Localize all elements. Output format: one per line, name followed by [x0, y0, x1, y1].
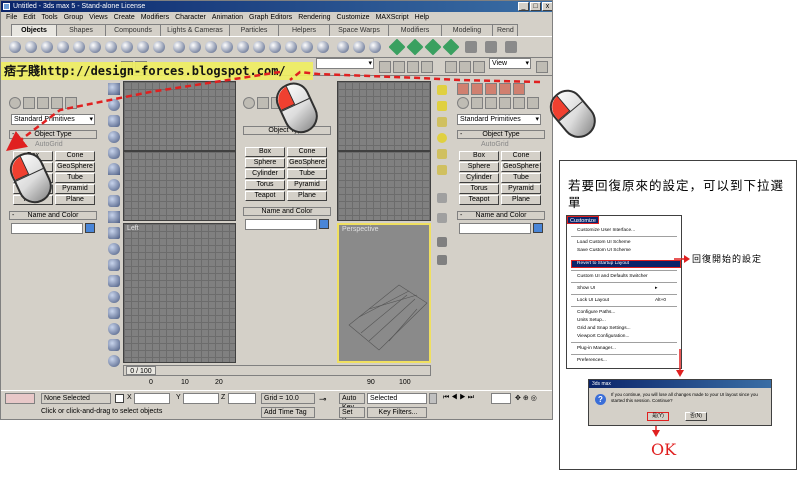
key-filters-button[interactable]: Key Filters...	[367, 407, 427, 418]
arrow-head-icon	[684, 255, 690, 263]
viewport-nav-icons[interactable]: ✥⊕◎	[515, 394, 539, 402]
maxscript-listener[interactable]	[5, 393, 35, 404]
perspective-grid	[348, 284, 428, 351]
viewport-left[interactable]: Left	[123, 223, 236, 363]
plane-icon[interactable]	[108, 227, 120, 239]
object-name-field[interactable]	[459, 223, 531, 234]
plane-button[interactable]: Plane	[55, 195, 95, 205]
playback-controls[interactable]: ⏮◀▶⏭	[443, 394, 476, 402]
lock-selection-icon[interactable]	[115, 394, 124, 403]
pyramid-button[interactable]: Pyramid	[287, 180, 327, 190]
sphere-button[interactable]: Sphere	[459, 162, 499, 172]
cone-icon[interactable]	[108, 163, 120, 175]
object-color-swatch[interactable]	[85, 223, 95, 233]
set-key-button[interactable]: Set Key	[339, 407, 365, 419]
time-slider[interactable]: 0 / 100	[123, 365, 431, 376]
key-icon[interactable]: ⊸	[319, 394, 327, 405]
prompt-line: Click or click-and-drag to select object…	[41, 408, 163, 415]
oiltank-icon[interactable]	[108, 275, 120, 287]
arrow-to-left-panel	[6, 70, 281, 152]
arrow-to-panel	[289, 70, 541, 84]
pyramid-button[interactable]: Pyramid	[501, 184, 541, 194]
cylinder-button[interactable]: Cylinder	[459, 173, 499, 183]
dialog-no-button[interactable]: 否(N)	[685, 412, 707, 421]
instruction-box: 若要回復原來的設定，可以到下拉選單 Customize Customize Us…	[559, 160, 797, 470]
rollout-title: Name and Color	[261, 208, 313, 215]
grid-status: Grid = 10.0	[261, 393, 315, 404]
dialog-message: If you continue, you will lose all chang…	[611, 392, 758, 403]
current-frame-field[interactable]	[491, 393, 511, 404]
timeline-ruler[interactable]: 0 10 20 90 100	[123, 377, 543, 389]
key-mode-dropdown[interactable]: Selected	[367, 393, 427, 404]
tick-100: 100	[399, 379, 411, 386]
plane-button[interactable]: Plane	[287, 191, 327, 201]
dialog-yes-button[interactable]: 是(Y)	[647, 412, 669, 421]
brush-icon[interactable]	[437, 237, 447, 247]
dialog-title: 3ds max	[589, 380, 771, 388]
z-coordinate-field[interactable]	[228, 393, 256, 404]
key-mode-arrow[interactable]	[429, 393, 437, 404]
tube-button[interactable]: Tube	[55, 173, 95, 183]
viewport-front[interactable]	[123, 151, 236, 221]
teapot-button[interactable]: Teapot	[459, 195, 499, 205]
rollout-title: Name and Color	[475, 212, 527, 219]
pyramid-icon[interactable]	[108, 211, 120, 223]
arrow-head-icon	[652, 430, 660, 437]
viewport-perspective[interactable]: Perspective	[337, 223, 431, 363]
hedra-icon[interactable]	[108, 243, 120, 255]
spindle-icon[interactable]	[108, 291, 120, 303]
plane-button[interactable]: Plane	[501, 195, 541, 205]
tick-90: 90	[367, 379, 375, 386]
time-slider-thumb[interactable]: 0 / 100	[126, 366, 156, 375]
viewport-left-label: Left	[127, 225, 139, 232]
ok-annotation: OK	[651, 440, 677, 459]
object-name-field[interactable]	[245, 219, 317, 230]
selection-status: None Selected	[41, 393, 111, 404]
arrow-head-icon	[676, 370, 684, 377]
name-color-rollout[interactable]: - Name and Color	[9, 211, 97, 220]
rollout-title: Name and Color	[27, 212, 79, 219]
tick-0: 0	[149, 379, 153, 386]
chamferbox-icon[interactable]	[108, 259, 120, 271]
tube-icon[interactable]	[108, 195, 120, 207]
pyramid-button[interactable]: Pyramid	[55, 184, 95, 194]
viewport-front-right[interactable]	[337, 151, 431, 221]
link-icon[interactable]	[437, 193, 447, 203]
torusknot-icon[interactable]	[108, 323, 120, 335]
tube-button[interactable]: Tube	[287, 169, 327, 179]
revert-annotation: 回復開始的設定	[692, 255, 763, 265]
tube-button[interactable]: Tube	[501, 173, 541, 183]
y-coordinate-field[interactable]	[183, 393, 219, 404]
tick-20: 20	[215, 379, 223, 386]
question-icon: ?	[595, 394, 606, 405]
capsule-icon[interactable]	[108, 355, 120, 367]
prism-icon[interactable]	[108, 339, 120, 351]
status-bar: None Selected X Y Z Grid = 10.0 ⊸ Auto K…	[1, 390, 552, 419]
geosphere-button[interactable]: GeoSphere	[501, 162, 541, 172]
name-color-rollout[interactable]: Name and Color	[243, 207, 331, 216]
paint-icon[interactable]	[437, 255, 447, 265]
unlink-icon[interactable]	[437, 213, 447, 223]
object-color-swatch[interactable]	[319, 219, 329, 229]
y-label: Y	[176, 394, 181, 401]
x-coordinate-field[interactable]	[134, 393, 170, 404]
x-label: X	[127, 394, 132, 401]
gengon-icon[interactable]	[108, 307, 120, 319]
add-time-tag-button[interactable]: Add Time Tag	[261, 407, 315, 418]
snap-icon[interactable]	[437, 165, 447, 175]
name-color-rollout[interactable]: - Name and Color	[457, 211, 545, 220]
object-name-field[interactable]	[11, 223, 83, 234]
tick-10: 10	[181, 379, 189, 386]
object-color-swatch[interactable]	[533, 223, 543, 233]
cylinder-button[interactable]: Cylinder	[245, 169, 285, 179]
torus-button[interactable]: Torus	[459, 184, 499, 194]
torus-button[interactable]: Torus	[245, 180, 285, 190]
auto-key-button[interactable]: Auto Key	[339, 393, 365, 411]
teapot-button[interactable]: Teapot	[245, 191, 285, 201]
confirm-dialog: 3ds max ? If you continue, you will lose…	[588, 379, 772, 426]
z-label: Z	[221, 394, 226, 401]
annotation-arrows	[6, 70, 541, 152]
geosphere-button[interactable]: GeoSphere	[55, 162, 95, 172]
geosphere-icon[interactable]	[108, 179, 120, 191]
